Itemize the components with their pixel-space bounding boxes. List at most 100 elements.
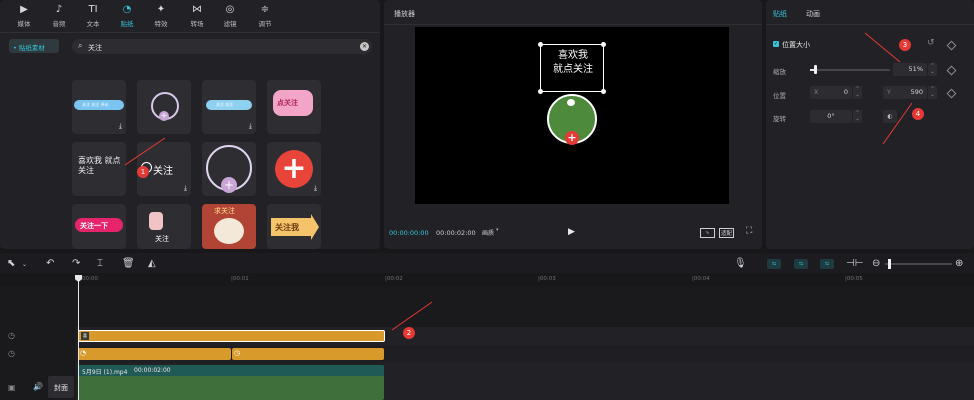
video-canvas[interactable]: 喜欢我 就点关注 + <box>415 27 729 204</box>
plus-icon: + <box>159 111 169 121</box>
scale-input[interactable]: 51% <box>893 63 927 76</box>
x-input[interactable]: X 0 <box>810 86 852 99</box>
tab-audio[interactable]: ♪ 音频 <box>44 3 74 31</box>
tab-effects[interactable]: ✦ 特效 <box>146 3 176 31</box>
search-icon: ⌕ <box>78 41 83 50</box>
checkbox-position-size[interactable]: ✓ <box>773 41 779 47</box>
fullscreen-icon[interactable]: ⛶ <box>746 226 752 236</box>
search-input[interactable]: 关注 <box>88 43 102 53</box>
video-clip[interactable]: 5月9日 (1).mp4 00:00:02:00 <box>78 365 384 400</box>
scale-slider-track[interactable] <box>810 69 890 71</box>
tick-label: |00:05 <box>845 276 863 282</box>
clip-icon: ◷ <box>234 349 241 357</box>
sticker-tile[interactable]: 喜欢我 就点关注 <box>72 142 126 196</box>
transition-icon: ⋈ <box>192 4 202 15</box>
sticker-tile[interactable]: 点关注 <box>267 80 321 134</box>
scale-stepper[interactable]: ⌃ ⌄ <box>928 63 937 76</box>
rotate-label: 旋转 <box>773 115 786 123</box>
sidebar-item-sticker-material[interactable]: • 贴纸素材 <box>9 39 59 53</box>
sticker-tile[interactable]: + ⤓ <box>267 142 321 196</box>
tab-filter[interactable]: ◎ 滤镜 <box>215 3 245 31</box>
effects-icon: ✦ <box>156 4 166 15</box>
sticker-tile[interactable]: 关注 关注 ⤓ <box>202 80 256 134</box>
mute-icon[interactable]: 🔊 <box>33 382 43 391</box>
resize-handle[interactable] <box>538 42 543 47</box>
chevron-down-icon[interactable]: ⌄ <box>22 261 27 268</box>
download-icon[interactable]: ⤓ <box>184 184 187 193</box>
x-stepper[interactable]: ⌃ ⌄ <box>853 86 862 99</box>
preview-axis-icon[interactable]: ⊣⊢ <box>846 258 863 269</box>
playhead[interactable] <box>78 275 79 400</box>
view-mode-dropdown[interactable]: 画质 <box>482 228 494 237</box>
split-icon[interactable]: ⌶ <box>97 258 103 269</box>
play-button[interactable]: ▶ <box>568 227 575 237</box>
sticker-tile[interactable]: 关注我 <box>267 204 321 249</box>
sticker-tile[interactable]: 关注一下 <box>72 204 126 249</box>
search-box[interactable]: ⌕ 关注 ✕ <box>72 39 372 54</box>
tab-sticker-props[interactable]: 贴纸 <box>773 9 787 19</box>
tick-label: |00:04 <box>692 276 710 282</box>
sticker-preview <box>214 218 244 244</box>
zoom-in-icon[interactable]: ⊕ <box>955 258 963 269</box>
keyframe-icon[interactable] <box>946 65 957 76</box>
cover-button[interactable]: 封面 <box>48 376 74 398</box>
zoom-out-icon[interactable]: ⊖ <box>872 258 880 269</box>
y-input[interactable]: Y 590 <box>883 86 927 99</box>
track-visibility-icon[interactable]: ◷ <box>8 331 15 340</box>
arrow-icon <box>311 214 319 240</box>
scale-slider-handle[interactable] <box>814 65 817 74</box>
sticker-tile[interactable]: 关注 关注 评论 ⤓ <box>72 80 126 134</box>
zoom-slider-handle[interactable] <box>888 259 891 269</box>
sticker-tile[interactable]: 关注 <box>137 204 191 249</box>
y-stepper[interactable]: ⌃ ⌄ <box>928 86 937 99</box>
download-icon[interactable]: ⤓ <box>249 122 252 131</box>
resize-handle[interactable] <box>601 42 606 47</box>
clear-icon[interactable]: ✕ <box>360 42 369 51</box>
resize-handle[interactable] <box>538 89 543 94</box>
toolbar-tabs: ▶ 媒体 ♪ 音频 TI 文本 ◔ 贴纸 ✦ 特效 ⋈ 转场 ◎ 滤镜 ≑ 调节 <box>0 0 380 32</box>
resize-handle[interactable] <box>601 89 606 94</box>
tab-transition[interactable]: ⋈ 转场 <box>182 3 212 31</box>
track-visibility-icon[interactable]: ◷ <box>8 349 15 358</box>
tab-sticker[interactable]: ◔ 贴纸 <box>112 3 142 31</box>
sticker-clip[interactable]: 喜 <box>78 330 385 342</box>
tab-media[interactable]: ▶ 媒体 <box>9 3 39 31</box>
undo-icon[interactable]: ↶ <box>46 258 54 269</box>
selected-sticker[interactable]: 喜欢我 就点关注 <box>538 42 606 94</box>
delete-icon[interactable]: 🗑 <box>122 258 135 269</box>
sticker-tile[interactable]: 求关注 <box>202 204 256 249</box>
rotate-flip-button[interactable]: ◐ <box>883 110 897 123</box>
zoom-slider-track[interactable] <box>885 263 952 265</box>
tab-animation[interactable]: 动画 <box>806 9 820 19</box>
sticker-panel: ▶ 媒体 ♪ 音频 TI 文本 ◔ 贴纸 ✦ 特效 ⋈ 转场 ◎ 滤镜 ≑ 调节 • 贴纸素材 … <box>0 0 380 249</box>
download-icon[interactable]: ⤓ <box>314 184 317 193</box>
sticker-tile[interactable]: + <box>137 80 191 134</box>
redo-icon[interactable]: ↷ <box>72 258 80 269</box>
clip-icon: ◔ <box>80 349 87 357</box>
tab-text[interactable]: TI 文本 <box>78 3 108 31</box>
waveform-icon[interactable]: ∿ <box>700 228 715 238</box>
sticker-tile[interactable]: + <box>202 142 256 196</box>
sticker-clip[interactable]: ◔ <box>78 348 231 360</box>
link-icon[interactable]: ⇆ <box>767 259 781 269</box>
filter-icon: ◎ <box>225 4 235 15</box>
keyframe-icon[interactable] <box>946 40 957 51</box>
sticker-clip[interactable]: ◷ <box>232 348 384 360</box>
microphone-icon[interactable]: 🎙 <box>734 258 747 269</box>
tick-label: |00:02 <box>385 276 403 282</box>
linkage-icon[interactable]: ⇆ <box>820 259 834 269</box>
download-icon[interactable]: ⤓ <box>119 122 122 131</box>
reset-icon[interactable]: ↺ <box>927 38 935 48</box>
magnet-icon[interactable]: ⇆ <box>794 259 808 269</box>
audio-icon: ♪ <box>55 4 63 15</box>
timeline-ruler <box>0 273 974 285</box>
rotate-stepper[interactable]: ⌃ ⌄ <box>853 110 862 123</box>
ratio-button[interactable]: 适配 <box>719 228 735 238</box>
track-lock-icon[interactable]: ▣ <box>8 383 16 392</box>
select-cursor-icon[interactable]: ⬉ <box>7 258 15 269</box>
rotate-input[interactable]: 0° <box>810 110 852 123</box>
keyframe-icon[interactable] <box>946 88 957 99</box>
mirror-icon[interactable]: ◭ <box>148 258 156 269</box>
properties-panel: 贴纸 动画 ✓ 位置大小 ↺ 缩放 51% ⌃ ⌄ 位置 X 0 ⌃ ⌄ Y 590… <box>766 0 974 249</box>
tab-adjust[interactable]: ≑ 调节 <box>250 3 280 31</box>
